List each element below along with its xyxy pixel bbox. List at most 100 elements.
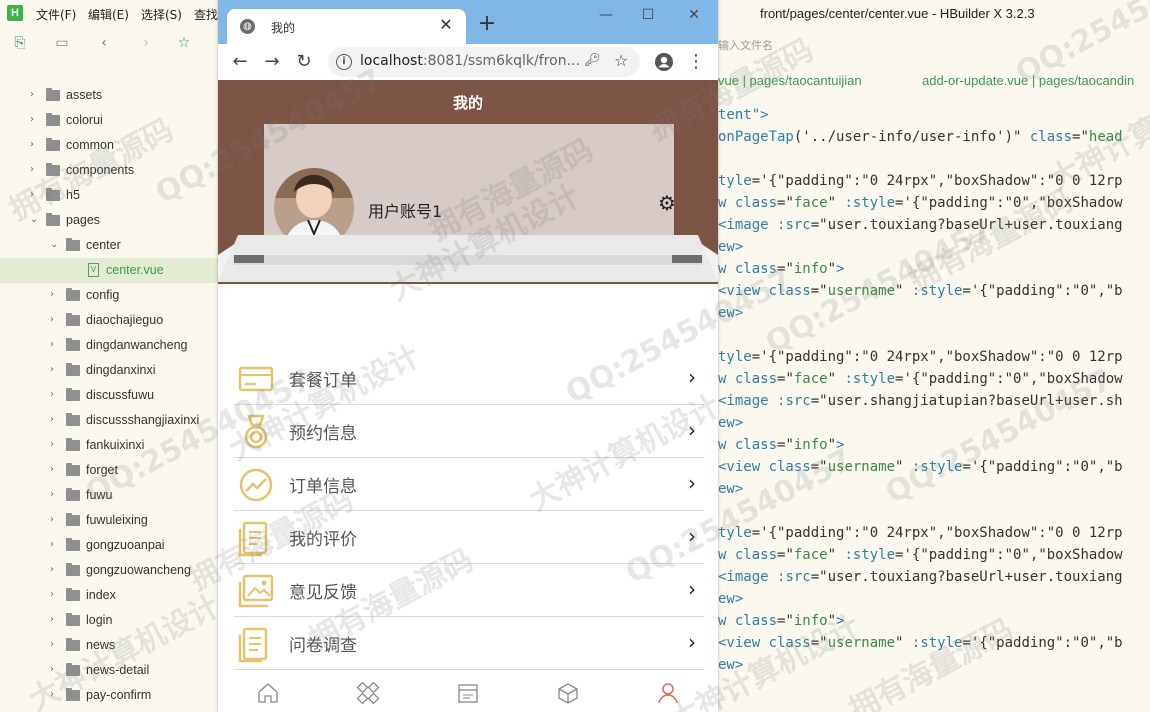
tree-item[interactable]: › config [0,283,218,308]
info-icon[interactable]: i [336,54,352,70]
browser-tab[interactable]: ◍ 我的 ✕ [227,9,466,44]
menu-item[interactable]: 预约信息 › [234,405,704,458]
code-line: ew> [718,412,743,434]
menu-item[interactable]: 意见反馈 › [234,564,704,617]
menu-find[interactable]: 查找 [194,6,218,23]
folder-icon [66,413,80,426]
chevron-right-icon[interactable]: › [30,115,40,125]
chevron-right-icon[interactable]: › [50,590,60,600]
address-bar[interactable]: i localhost:8081/ssm6kqlk/fron... 🔑︎ ☆ [328,47,640,77]
tree-item[interactable]: › fuwuleixing [0,508,218,533]
code-line: ew> [718,478,743,500]
tree-item[interactable]: › colorui [0,108,218,133]
close-tab-icon[interactable]: ✕ [436,15,456,35]
tree-item[interactable]: Vcenter.vue [0,258,218,283]
tree-item[interactable]: › fuwu [0,483,218,508]
chevron-right-icon[interactable]: › [50,640,60,650]
chevron-right-icon[interactable]: › [50,665,60,675]
chevron-right-icon[interactable]: › [30,190,40,200]
forward-icon[interactable]: › [138,35,154,51]
back-arrow-icon[interactable]: ← [230,52,250,72]
chevron-right-icon[interactable]: › [50,290,60,300]
tree-item[interactable]: › news-detail [0,658,218,683]
tree-item[interactable]: › gongzuoanpai [0,533,218,558]
chevron-right-icon[interactable]: › [50,540,60,550]
favorite-star-icon[interactable]: ☆ [176,35,192,51]
tree-item[interactable]: › forget [0,458,218,483]
editor-tab-taocantuijian[interactable]: vue | pages/taocantuijian [718,73,862,88]
save-icon[interactable]: ▭ [54,35,70,51]
chevron-right-icon[interactable]: › [50,390,60,400]
chevron-right-icon[interactable]: › [50,415,60,425]
tree-item[interactable]: › components [0,158,218,183]
ide-menubar: H 文件(F) 编辑(E) 选择(S) 查找 [0,0,218,28]
chevron-right-icon[interactable]: › [30,165,40,175]
tree-item[interactable]: › pay-confirm [0,683,218,708]
calendar-icon[interactable] [456,682,480,704]
chevron-right-icon[interactable]: › [30,90,40,100]
tree-item[interactable]: › news [0,633,218,658]
minimize-button[interactable]: — [596,6,616,24]
menu-select[interactable]: 选择(S) [141,6,182,23]
folder-icon [66,588,80,601]
tree-item[interactable]: › dingdanwancheng [0,333,218,358]
menu-item[interactable]: 套餐订单 › [234,352,704,405]
chevron-right-icon[interactable]: › [50,690,60,700]
user-icon[interactable] [656,682,680,704]
key-icon[interactable]: 🔑︎ [584,53,601,68]
tree-item[interactable]: ⌄ center [0,233,218,258]
code-token: :style [844,195,896,211]
tree-item[interactable]: › diaochajieguo [0,308,218,333]
home-icon[interactable] [256,682,280,704]
file-search-hint[interactable]: 输入文件名 [718,37,773,53]
maximize-button[interactable]: ☐ [638,6,658,24]
close-window-button[interactable]: ✕ [684,6,704,24]
menu-item[interactable]: 订单信息 › [234,458,704,511]
editor-tab-add-or-update[interactable]: add-or-update.vue | pages/taocandin [922,73,1134,88]
code-token: :style [911,283,963,299]
tree-item[interactable]: › index [0,583,218,608]
tree-item[interactable]: › discussshangjiaxinxi [0,408,218,433]
chevron-right-icon[interactable]: › [30,140,40,150]
tree-item[interactable]: › dingdanxinxi [0,358,218,383]
menu-item[interactable]: 我的评价 › [234,511,704,564]
new-tab-button[interactable]: + [476,13,498,35]
code-token: ="user.touxiang?baseUrl+user.touxiang [810,569,1123,585]
tree-item[interactable]: › fankuixinxi [0,433,218,458]
chevron-right-icon[interactable]: › [50,615,60,625]
cube-icon[interactable] [556,682,580,704]
menu-file[interactable]: 文件(F) [36,6,76,23]
menu-item-label: 我的评价 [289,530,357,550]
back-icon[interactable]: ‹ [96,35,112,51]
chevron-right-icon[interactable]: › [50,565,60,575]
grid-icon[interactable] [356,682,380,704]
bookmark-star-icon[interactable]: ☆ [614,51,628,70]
tree-item[interactable]: › gongzuowancheng [0,558,218,583]
profile-icon[interactable] [654,52,674,72]
chevron-down-icon[interactable]: ⌄ [50,240,60,250]
chevron-right-icon[interactable]: › [50,315,60,325]
tree-item[interactable]: ⌄ pages [0,208,218,233]
chevron-right-icon[interactable]: › [50,340,60,350]
menu-edit[interactable]: 编辑(E) [88,6,129,23]
code-token: username [827,459,896,475]
settings-gear-icon[interactable]: ⚙ [656,192,678,214]
tree-item-label: colorui [66,113,103,127]
chevron-right-icon[interactable]: › [50,465,60,475]
forward-arrow-icon[interactable]: → [262,52,282,72]
chevron-down-icon[interactable]: ⌄ [30,215,40,225]
chevron-right-icon[interactable]: › [50,490,60,500]
chevron-right-icon[interactable]: › [50,515,60,525]
tree-item[interactable]: › login [0,608,218,633]
tree-item[interactable]: › assets [0,83,218,108]
new-file-icon[interactable]: ⎘ [12,35,28,51]
more-menu-icon[interactable]: ⋮ [686,52,706,72]
chevron-right-icon[interactable]: › [50,365,60,375]
reload-icon[interactable]: ↻ [294,52,314,72]
tree-item[interactable]: › common [0,133,218,158]
tree-item[interactable]: › h5 [0,183,218,208]
address-url[interactable]: localhost:8081/ssm6kqlk/fron... [360,53,580,69]
tree-item[interactable]: › discussfuwu [0,383,218,408]
chevron-right-icon[interactable]: › [50,440,60,450]
menu-item[interactable]: 问卷调查 › [234,617,704,670]
